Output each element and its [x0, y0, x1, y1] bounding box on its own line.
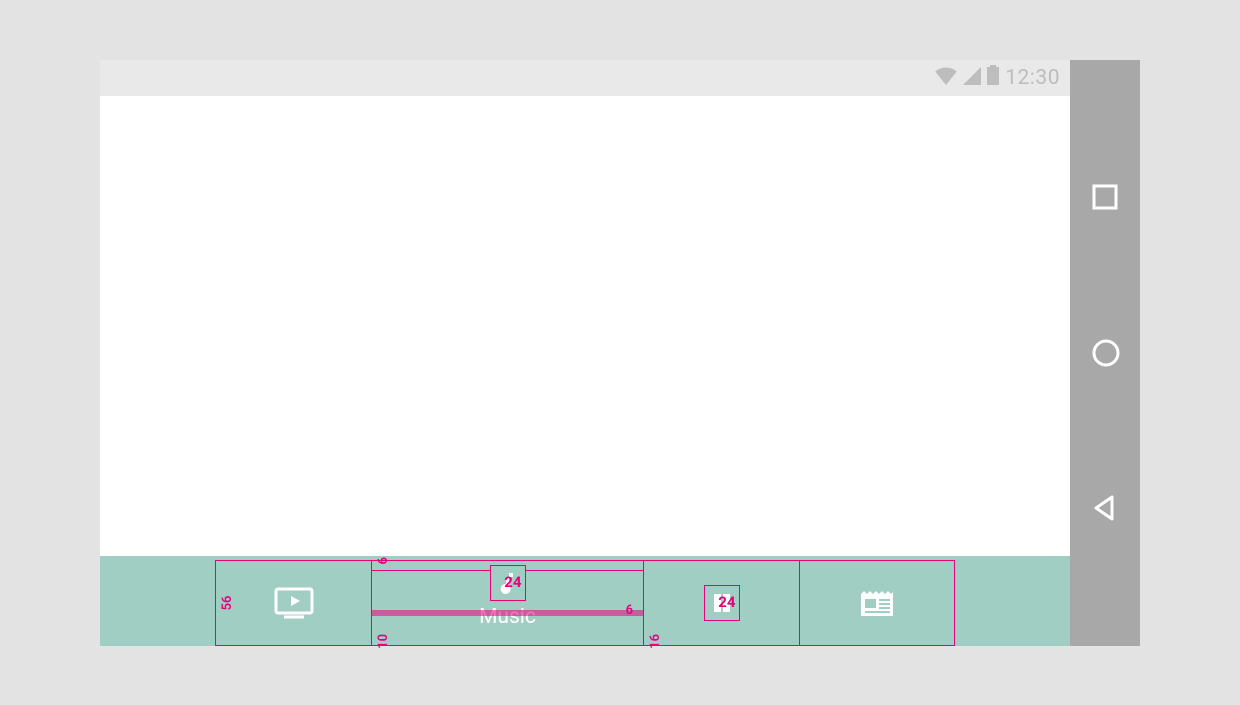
back-button[interactable] [1090, 493, 1120, 523]
tv-icon [274, 587, 314, 619]
battery-icon [987, 65, 999, 90]
nav-tab-news[interactable] [799, 560, 955, 646]
spec-iconbox-active: 24 [490, 565, 526, 601]
newspaper-icon [859, 588, 895, 618]
spec-line-horizontal [372, 610, 643, 616]
spec-inactive-bottom-pad: 16 [648, 634, 663, 649]
recents-button[interactable] [1090, 182, 1120, 212]
spec-bottom-pad: 10 [376, 634, 391, 649]
spec-overlay-group: 56 6 6 10 [215, 560, 955, 646]
wifi-icon [935, 66, 957, 90]
cell-signal-icon [963, 66, 981, 90]
system-nav-bar [1070, 60, 1140, 646]
spec-icon-size-active: 24 [504, 573, 521, 591]
status-time: 12:30 [1005, 66, 1060, 90]
nav-tab-label: Music [479, 605, 536, 629]
spec-icon-size-inactive: 24 [718, 593, 735, 611]
nav-tab-book[interactable]: 16 24 [643, 560, 799, 646]
spec-height: 56 [220, 595, 235, 610]
bottom-navigation: 56 6 6 10 [100, 560, 1070, 646]
spec-iconbox-inactive: 24 [704, 585, 740, 621]
device-frame: 12:30 56 [100, 60, 1140, 646]
screen-area: 12:30 56 [100, 60, 1070, 646]
content-area [100, 96, 1070, 556]
home-button[interactable] [1090, 337, 1120, 367]
nav-tab-video[interactable]: 56 [215, 560, 371, 646]
nav-tab-music[interactable]: 6 6 10 24 Music [371, 560, 643, 646]
spec-top-pad: 6 [376, 557, 391, 564]
status-bar: 12:30 [100, 60, 1070, 96]
